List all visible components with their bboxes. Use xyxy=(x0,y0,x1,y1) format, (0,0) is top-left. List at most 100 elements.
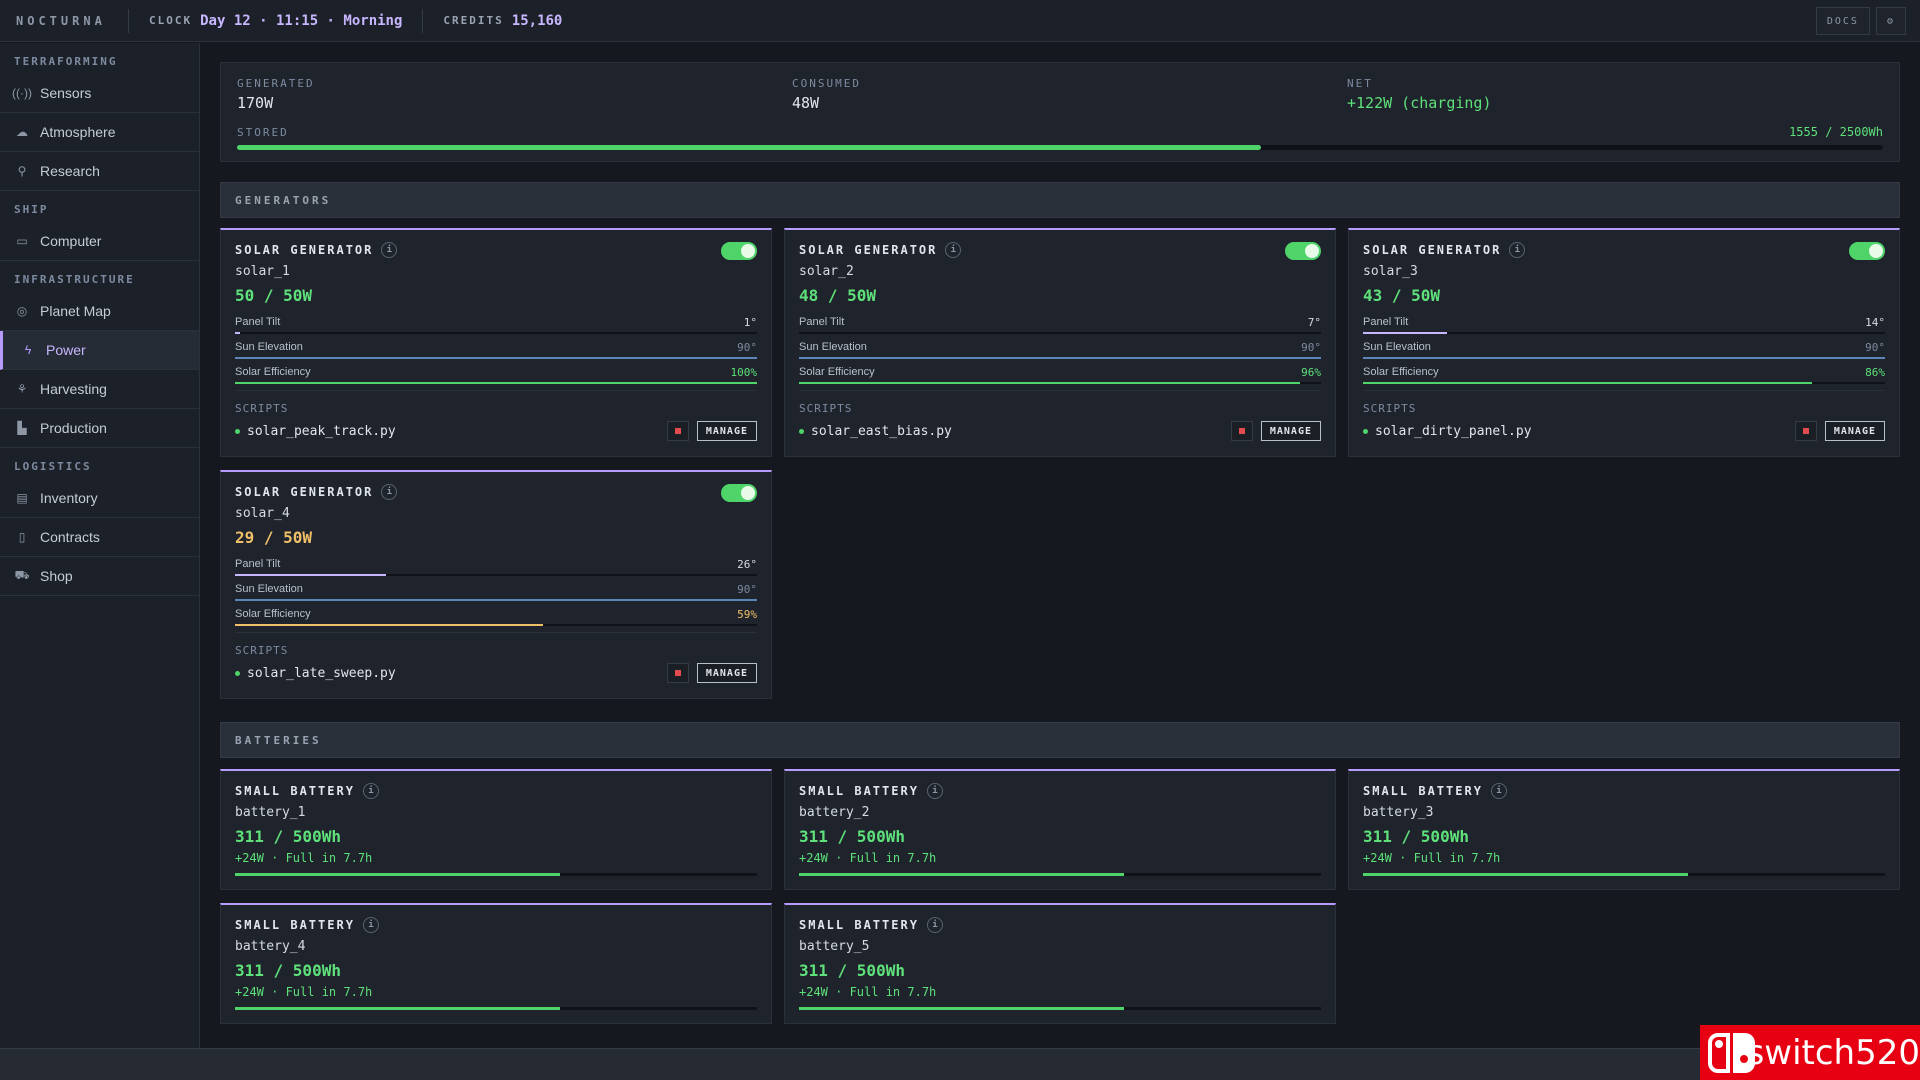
info-icon[interactable]: i xyxy=(362,917,379,933)
solar-efficiency-label: Solar Efficiency xyxy=(1363,366,1439,378)
info-icon[interactable]: i xyxy=(381,484,398,500)
sidebar-item-label: Sensors xyxy=(40,85,92,101)
divider xyxy=(799,390,1321,391)
generator-card: SOLAR GENERATOR i solar_1 50 / 50W Panel… xyxy=(220,228,772,457)
generator-type-label: SOLAR GENERATOR xyxy=(235,243,374,257)
sun-elevation-value: 90° xyxy=(737,341,757,354)
panel-tilt-label: Panel Tilt xyxy=(799,316,845,328)
manage-button[interactable]: MANAGE xyxy=(696,663,757,683)
stop-script-button[interactable] xyxy=(666,421,689,441)
stop-script-button[interactable] xyxy=(1230,421,1253,441)
info-icon[interactable]: i xyxy=(362,783,379,799)
battery-card: SMALL BATTERY i battery_5 311 / 500Wh +2… xyxy=(784,903,1336,1024)
sidebar-item-label: Shop xyxy=(40,568,73,584)
solar-efficiency-label: Solar Efficiency xyxy=(799,366,875,378)
docs-button[interactable]: DOCS xyxy=(1815,7,1870,35)
lightning-icon: ϟ xyxy=(24,343,32,357)
sidebar: TERRAFORMING ((·)) Sensors ☁ Atmosphere … xyxy=(0,43,200,1048)
battery-type-label: SMALL BATTERY xyxy=(235,784,355,798)
battery-type: SMALL BATTERY i xyxy=(799,917,943,933)
battery-charge: 311 / 500Wh xyxy=(235,827,341,846)
script-status-dot xyxy=(235,670,240,676)
clock-value: Day 12 · 11:15 · Morning xyxy=(200,12,403,29)
search-icon: ⚲ xyxy=(17,164,27,178)
battery-id: battery_2 xyxy=(799,805,870,820)
solar-efficiency-stat: Solar Efficiency 86% xyxy=(1363,366,1885,386)
generated-stat: GENERATED 170W xyxy=(237,77,315,112)
credits-label: CREDITS xyxy=(443,14,504,27)
generator-toggle[interactable] xyxy=(1849,242,1885,260)
consumed-label: CONSUMED xyxy=(792,77,861,90)
info-icon[interactable]: i xyxy=(1509,242,1526,258)
net-stat: NET +122W (charging) xyxy=(1347,77,1492,112)
sidebar-item-computer[interactable]: ▭ Computer xyxy=(0,222,199,261)
script-name: solar_late_sweep.py xyxy=(247,665,396,681)
sidebar-item-sensors[interactable]: ((·)) Sensors xyxy=(0,74,199,113)
sidebar-item-atmosphere[interactable]: ☁ Atmosphere xyxy=(0,113,199,152)
battery-charge: 311 / 500Wh xyxy=(799,961,905,980)
sidebar-item-inventory[interactable]: ▤ Inventory xyxy=(0,479,199,518)
battery-type: SMALL BATTERY i xyxy=(235,917,379,933)
sidebar-item-production[interactable]: ▙ Production xyxy=(0,409,199,448)
sidebar-item-label: Atmosphere xyxy=(40,124,116,140)
sun-elevation-value: 90° xyxy=(1301,341,1321,354)
battery-type-label: SMALL BATTERY xyxy=(1363,784,1483,798)
battery-id: battery_5 xyxy=(799,939,870,954)
manage-button[interactable]: MANAGE xyxy=(696,421,757,441)
panel-tilt-stat: Panel Tilt 7° xyxy=(799,316,1321,336)
generator-type: SOLAR GENERATOR i xyxy=(799,242,962,258)
info-icon[interactable]: i xyxy=(381,242,398,258)
sidebar-item-harvesting[interactable]: ⚘ Harvesting xyxy=(0,370,199,409)
info-icon[interactable]: i xyxy=(1490,783,1507,799)
sun-elevation-label: Sun Elevation xyxy=(799,341,867,353)
panel-tilt-slider[interactable] xyxy=(235,332,757,334)
script-row: solar_dirty_panel.py MANAGE xyxy=(1363,420,1885,442)
generator-toggle[interactable] xyxy=(1285,242,1321,260)
panel-tilt-label: Panel Tilt xyxy=(1363,316,1409,328)
battery-rate: +24W · Full in 7.7h xyxy=(799,851,937,865)
sun-elevation-bar xyxy=(235,357,757,359)
solar-efficiency-stat: Solar Efficiency 100% xyxy=(235,366,757,386)
watermark-text: switch520 xyxy=(1746,1032,1920,1073)
solar-efficiency-bar xyxy=(235,382,757,384)
consumed-stat: CONSUMED 48W xyxy=(792,77,861,112)
sun-elevation-label: Sun Elevation xyxy=(235,583,303,595)
sidebar-item-label: Harvesting xyxy=(40,381,107,397)
solar-efficiency-label: Solar Efficiency xyxy=(235,608,311,620)
script-status-dot xyxy=(235,428,240,434)
net-label: NET xyxy=(1347,77,1373,90)
solar-efficiency-value: 59% xyxy=(737,608,757,621)
panel-tilt-slider[interactable] xyxy=(799,332,1321,334)
battery-charge: 311 / 500Wh xyxy=(1363,827,1469,846)
script-row: solar_late_sweep.py MANAGE xyxy=(235,662,757,684)
generated-label: GENERATED xyxy=(237,77,315,90)
battery-id: battery_1 xyxy=(235,805,306,820)
manage-button[interactable]: MANAGE xyxy=(1824,421,1885,441)
solar-efficiency-bar xyxy=(1363,382,1885,384)
solar-efficiency-bar xyxy=(235,624,757,626)
sidebar-item-planet-map[interactable]: ◎ Planet Map xyxy=(0,292,199,331)
panel-tilt-slider[interactable] xyxy=(235,574,757,576)
clock-label: CLOCK xyxy=(149,14,193,27)
sidebar-item-research[interactable]: ⚲ Research xyxy=(0,152,199,191)
battery-type: SMALL BATTERY i xyxy=(235,783,379,799)
generator-toggle[interactable] xyxy=(721,484,757,502)
info-icon[interactable]: i xyxy=(926,783,943,799)
stored-value: 1555 / 2500Wh xyxy=(1789,125,1883,139)
info-icon[interactable]: i xyxy=(926,917,943,933)
settings-button[interactable]: ⚙ xyxy=(1875,7,1906,35)
batteries-section-header: BATTERIES xyxy=(220,722,1900,758)
info-icon[interactable]: i xyxy=(945,242,962,258)
battery-id: battery_3 xyxy=(1363,805,1434,820)
panel-tilt-slider[interactable] xyxy=(1363,332,1885,334)
sidebar-item-shop[interactable]: ⛟ Shop xyxy=(0,557,199,596)
document-icon: ▯ xyxy=(18,530,26,544)
stop-script-button[interactable] xyxy=(1794,421,1817,441)
sidebar-item-contracts[interactable]: ▯ Contracts xyxy=(0,518,199,557)
stop-script-button[interactable] xyxy=(666,663,689,683)
solar-efficiency-label: Solar Efficiency xyxy=(235,366,311,378)
sidebar-item-power[interactable]: ϟ Power xyxy=(0,331,199,370)
manage-button[interactable]: MANAGE xyxy=(1260,421,1321,441)
script-name: solar_peak_track.py xyxy=(247,423,396,439)
generator-toggle[interactable] xyxy=(721,242,757,260)
